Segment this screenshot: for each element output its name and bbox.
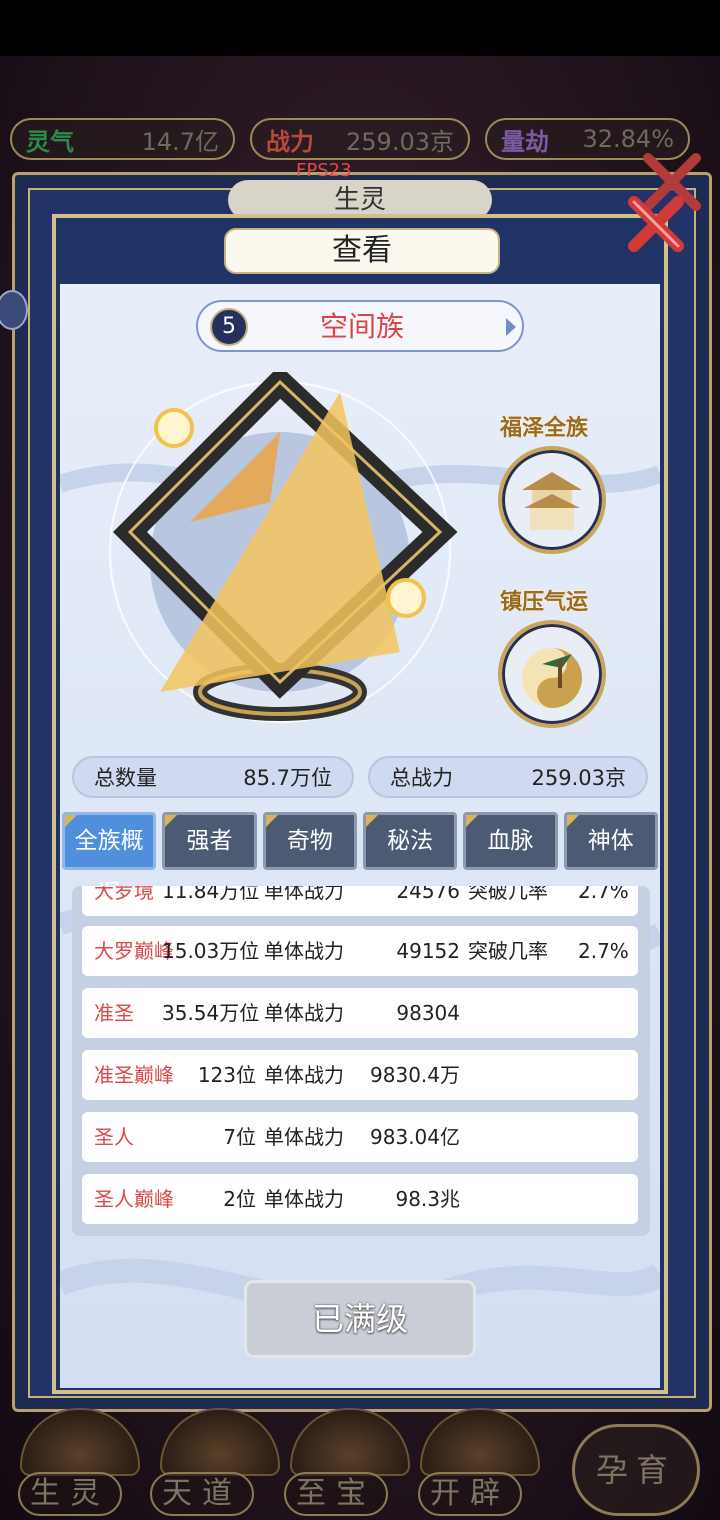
pine-yinyang-icon[interactable] (498, 620, 606, 728)
tab-strong[interactable]: 强者 (162, 812, 257, 870)
single-power-label: 单体战力 (264, 886, 344, 903)
breakthrough-label: 突破几率 (468, 939, 548, 963)
single-power-label: 单体战力 (264, 1063, 344, 1087)
nav-deco (160, 1408, 280, 1476)
total-power-label: 总战力 (390, 766, 453, 790)
zhanli-value: 259.03京 (346, 127, 454, 156)
realm-count: 15.03万位 (162, 939, 260, 963)
nav-kaipi[interactable]: 开辟 (418, 1472, 522, 1516)
tab-divine-body[interactable]: 神体 (563, 812, 658, 870)
lingqi-value: 14.7亿 (141, 127, 219, 156)
tab-label: 血脉 (487, 828, 534, 854)
tab-label: 强者 (186, 828, 233, 854)
single-power-label: 单体战力 (264, 1125, 344, 1149)
realm-row: 准圣巅峰 123位 单体战力 9830.4万 (82, 1050, 638, 1100)
realm-row: 大罗境 11.84万位 单体战力 24576 突破几率 2.7% (82, 886, 638, 916)
buff-label-1: 福泽全族 (500, 416, 589, 441)
single-power-value: 9830.4万 (370, 1063, 460, 1087)
realm-count: 35.54万位 (162, 1001, 260, 1025)
realm-list[interactable]: 大罗境 11.84万位 单体战力 24576 突破几率 2.7% 大罗巅峰 15.03万位 单体… (72, 886, 650, 1236)
nav-zhibao[interactable]: 至宝 (284, 1472, 388, 1516)
total-power-value: 259.03京 (531, 766, 626, 790)
close-button[interactable] (620, 188, 692, 260)
realm-count: 11.84万位 (162, 886, 260, 903)
max-level-button[interactable]: 已满级 (244, 1280, 476, 1358)
breakthrough-rate: 2.7% (578, 886, 629, 903)
tab-secret-arts[interactable]: 秘法 (362, 812, 458, 870)
realm-count: 7位 (223, 1125, 256, 1149)
tab-treasures[interactable]: 奇物 (262, 812, 357, 870)
realm-count: 123位 (197, 1063, 256, 1087)
status-bar (0, 0, 720, 56)
tab-bloodline[interactable]: 血脉 (463, 812, 558, 870)
fps-counter: FPS23 (296, 160, 352, 181)
zhanli-label: 战力 (266, 127, 314, 156)
dialog-title: 查看 (224, 228, 500, 274)
single-power-label: 单体战力 (264, 1187, 344, 1211)
zhanli-resource: 战力 259.03京 (250, 118, 470, 160)
liangjie-value: 32.84% (582, 125, 674, 153)
bottom-nav: 生灵 天道 至宝 开辟 孕育 (0, 1400, 720, 1520)
realm-name: 准圣 (94, 1001, 134, 1025)
realm-row: 准圣 35.54万位 单体战力 98304 (82, 988, 638, 1038)
race-artifact-image (109, 372, 458, 723)
single-power-label: 单体战力 (264, 939, 344, 963)
single-power-value: 98.3兆 (395, 1187, 460, 1211)
single-power-value: 49152 (396, 939, 460, 963)
tab-overview[interactable]: 全族概况 (62, 812, 157, 906)
race-level-bar[interactable]: 空间族 5 (196, 300, 524, 352)
close-icon (628, 196, 684, 252)
nav-yunyu[interactable]: 孕育 (572, 1424, 700, 1516)
lingqi-label: 灵气 (26, 127, 74, 156)
tab-label: 神体 (587, 828, 634, 854)
single-power-label: 单体战力 (264, 1001, 344, 1025)
tab-label: 秘法 (387, 828, 434, 854)
single-power-value: 24576 (396, 886, 460, 903)
nav-tiandao[interactable]: 天道 (150, 1472, 254, 1516)
total-power-box: 总战力 259.03京 (368, 756, 648, 798)
race-level: 5 (210, 308, 248, 346)
breakthrough-rate: 2.7% (578, 939, 629, 963)
liangjie-label: 量劫 (501, 127, 549, 156)
total-count-label: 总数量 (94, 766, 157, 790)
buff-label-2: 镇压气运 (500, 590, 589, 615)
category-tabs: 全族概况 强者 奇物 秘法 血脉 神体 (62, 812, 658, 906)
realm-row: 圣人 7位 单体战力 983.04亿 (82, 1112, 638, 1162)
breakthrough-label: 突破几率 (468, 886, 548, 903)
realm-name: 大罗境 (94, 886, 154, 903)
tab-label: 奇物 (286, 828, 333, 854)
realm-name: 圣人 (94, 1125, 134, 1149)
next-arrow-icon[interactable] (506, 318, 516, 336)
nav-shengling[interactable]: 生灵 (18, 1472, 122, 1516)
single-power-value: 983.04亿 (370, 1125, 460, 1149)
nav-deco (20, 1408, 140, 1476)
total-count-box: 总数量 85.7万位 (72, 756, 354, 798)
pavilion-icon[interactable] (498, 446, 606, 554)
nav-deco (420, 1408, 540, 1476)
realm-row: 圣人巅峰 2位 单体战力 98.3兆 (82, 1174, 638, 1224)
total-count-value: 85.7万位 (243, 766, 332, 790)
realm-count: 2位 (223, 1187, 256, 1211)
single-power-value: 98304 (396, 1001, 460, 1025)
nav-deco (290, 1408, 410, 1476)
lingqi-resource: 灵气 14.7亿 (10, 118, 235, 160)
realm-row: 大罗巅峰 15.03万位 单体战力 49152 突破几率 2.7% (82, 926, 638, 976)
